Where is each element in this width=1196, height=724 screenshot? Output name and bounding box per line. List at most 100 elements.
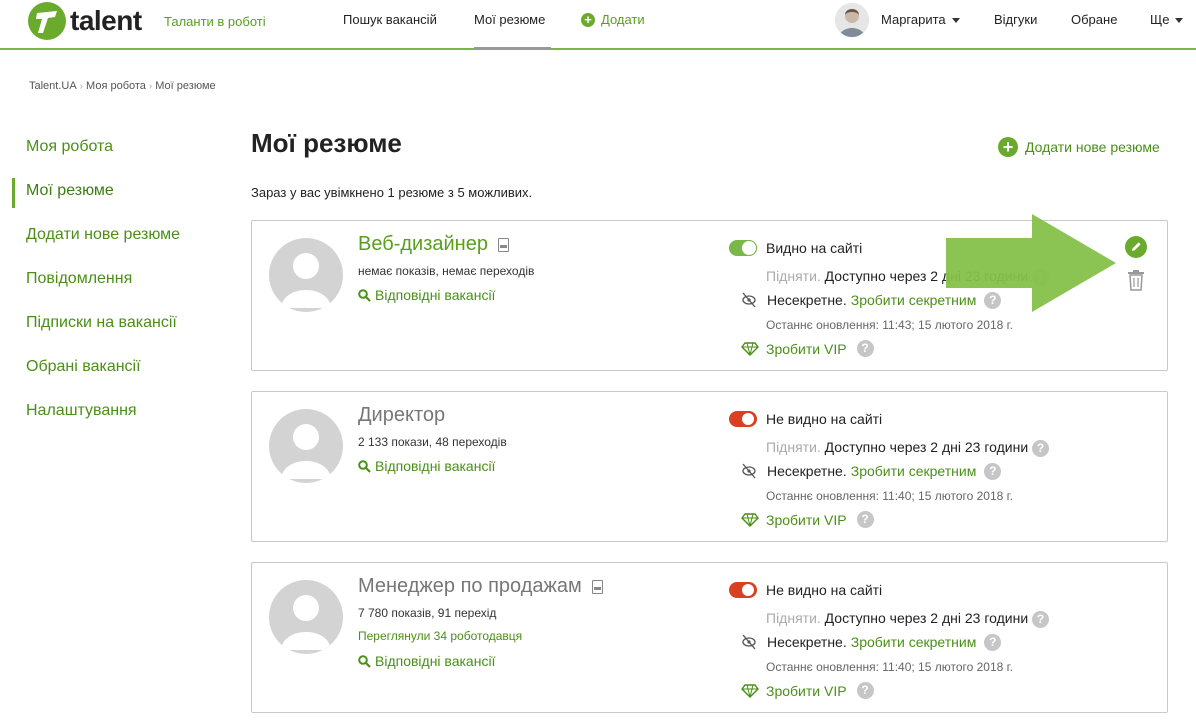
last-updated: Останнє оновлення: 11:40; 15 лютого 2018… [766,489,1013,503]
visibility-toggle[interactable] [729,411,757,427]
nav-add-label: Додати [601,12,645,27]
help-icon[interactable]: ? [1032,439,1050,457]
make-vip-label: Зробити VIP [766,682,847,699]
nav-favorites[interactable]: Обране [1071,12,1117,27]
user-avatar[interactable] [835,3,869,37]
eye-off-icon [742,292,756,308]
diamond-icon [741,341,759,356]
matching-jobs-link[interactable]: Відповідні вакансії [358,287,495,303]
pencil-icon [1132,242,1141,251]
last-updated: Останнє оновлення: 11:43; 15 лютого 2018… [766,318,1013,332]
raise-status: Підняти. Доступно через 2 дні 23 години … [766,439,1050,457]
trash-icon [1128,270,1144,291]
nav-search-jobs[interactable]: Пошук вакансій [343,12,437,27]
visibility-label: Не видно на сайті [766,411,883,427]
breadcrumb-item[interactable]: Моя робота [86,80,146,92]
not-secret-label: Несекретне. [767,634,847,650]
not-secret-label: Несекретне. [767,292,847,308]
search-icon [358,288,371,302]
sidebar-item-add-resume[interactable]: Додати нове резюме [12,216,212,260]
make-vip-label: Зробити VIP [766,340,847,357]
sidebar-item-saved-jobs[interactable]: Обрані вакансії [12,348,212,392]
diamond-icon [741,512,759,527]
nav-responses[interactable]: Відгуки [994,12,1037,27]
raise-button[interactable]: Підняти. [766,268,821,284]
diamond-icon [741,683,759,698]
matching-jobs-label: Відповідні вакансії [375,287,496,303]
breadcrumb-separator-icon: › [148,81,153,92]
visibility-label: Видно на сайті [766,240,863,256]
raise-status: Підняти. Доступно через 2 дні 23 години … [766,610,1050,628]
nav-more[interactable]: Ще [1150,12,1184,27]
matching-jobs-link[interactable]: Відповідні вакансії [358,458,495,474]
search-icon [358,459,371,473]
nav-active-indicator [474,47,551,50]
matching-jobs-link[interactable]: Відповідні вакансії [358,653,495,669]
resume-stats: 7 780 показів, 91 перехід [358,606,497,620]
resume-avatar [269,580,343,654]
tagline: Таланти в роботі [164,14,266,29]
sidebar-item-settings[interactable]: Налаштування [12,392,212,436]
sidebar-item-messages[interactable]: Повідомлення [12,260,212,304]
make-vip-link[interactable]: Зробити VIP ? [741,682,874,699]
secret-row: Несекретне. Зробити секретним ? [740,633,1002,651]
resume-title-link[interactable]: Директор [358,404,445,427]
sidebar-item-my-resumes[interactable]: Мої резюме [12,172,212,216]
talent-logo[interactable]: talent [28,2,142,40]
help-icon[interactable]: ? [856,511,874,528]
help-icon[interactable]: ? [856,682,874,699]
raise-available-text: Доступно через 2 дні 23 години [824,439,1029,455]
secret-row: Несекретне. Зробити секретним ? [740,462,1002,480]
resume-title-link[interactable]: Менеджер по продажам [358,575,603,598]
resume-avatar [269,238,343,312]
make-secret-link[interactable]: Зробити секретним [851,463,977,479]
pdf-icon[interactable] [497,237,509,252]
resume-title: Директор [358,404,446,426]
visibility-label: Не видно на сайті [766,582,883,598]
edit-resume-button[interactable] [1125,236,1147,258]
resume-card: Директор 2 133 покази, 48 переходів Відп… [251,391,1168,542]
delete-resume-button[interactable] [1127,269,1145,291]
raise-button[interactable]: Підняти. [766,610,821,626]
help-icon[interactable]: ? [856,340,874,357]
matching-jobs-label: Відповідні вакансії [375,653,496,669]
raise-button[interactable]: Підняти. [766,439,821,455]
resume-stats: немає показів, немає переходів [358,264,535,278]
visibility-toggle[interactable] [729,240,757,256]
user-menu[interactable]: Маргарита [881,12,960,27]
logo-text: talent [70,5,142,36]
resume-title: Менеджер по продажам [358,575,582,597]
help-icon[interactable]: ? [984,633,1002,651]
sidebar-item-my-work[interactable]: Моя робота [12,128,212,172]
resume-stats: 2 133 покази, 48 переходів [358,435,507,449]
help-icon[interactable]: ? [984,462,1002,480]
breadcrumb-separator-icon: › [79,81,84,92]
make-vip-link[interactable]: Зробити VIP ? [741,511,874,528]
nav-my-resumes[interactable]: Мої резюме [474,12,545,27]
resume-summary: Зараз у вас увімкнено 1 резюме з 5 можли… [251,185,533,200]
last-updated: Останнє оновлення: 11:40; 15 лютого 2018… [766,660,1013,674]
breadcrumb: Talent.UA › Моя робота › Мої резюме [29,80,216,92]
pdf-icon[interactable] [591,579,603,594]
sidebar-item-subscriptions[interactable]: Підписки на вакансії [12,304,212,348]
chevron-down-icon [951,18,960,24]
breadcrumb-item[interactable]: Talent.UA [29,80,77,92]
employer-views[interactable]: Переглянули 34 роботодавця [358,629,522,643]
nav-add[interactable]: + Додати [581,12,645,27]
plus-icon: + [581,12,595,27]
search-icon [358,654,371,668]
talent-logo-icon [28,2,66,40]
make-vip-link[interactable]: Зробити VIP ? [741,340,874,357]
resume-title: Веб-дизайнер [358,233,488,255]
add-resume-button[interactable]: + Додати нове резюме [998,137,1160,157]
sidebar: Моя робота Мої резюме Додати нове резюме… [12,128,212,436]
arrow-annotation-icon [946,214,1116,312]
breadcrumb-current: Мої резюме [155,80,216,92]
visibility-toggle[interactable] [729,582,757,598]
not-secret-label: Несекретне. [767,463,847,479]
make-secret-link[interactable]: Зробити секретним [851,634,977,650]
resume-title-link[interactable]: Веб-дизайнер [358,233,509,256]
help-icon[interactable]: ? [1032,610,1050,628]
nav-more-label: Ще [1150,12,1170,27]
make-vip-label: Зробити VIP [766,511,847,528]
